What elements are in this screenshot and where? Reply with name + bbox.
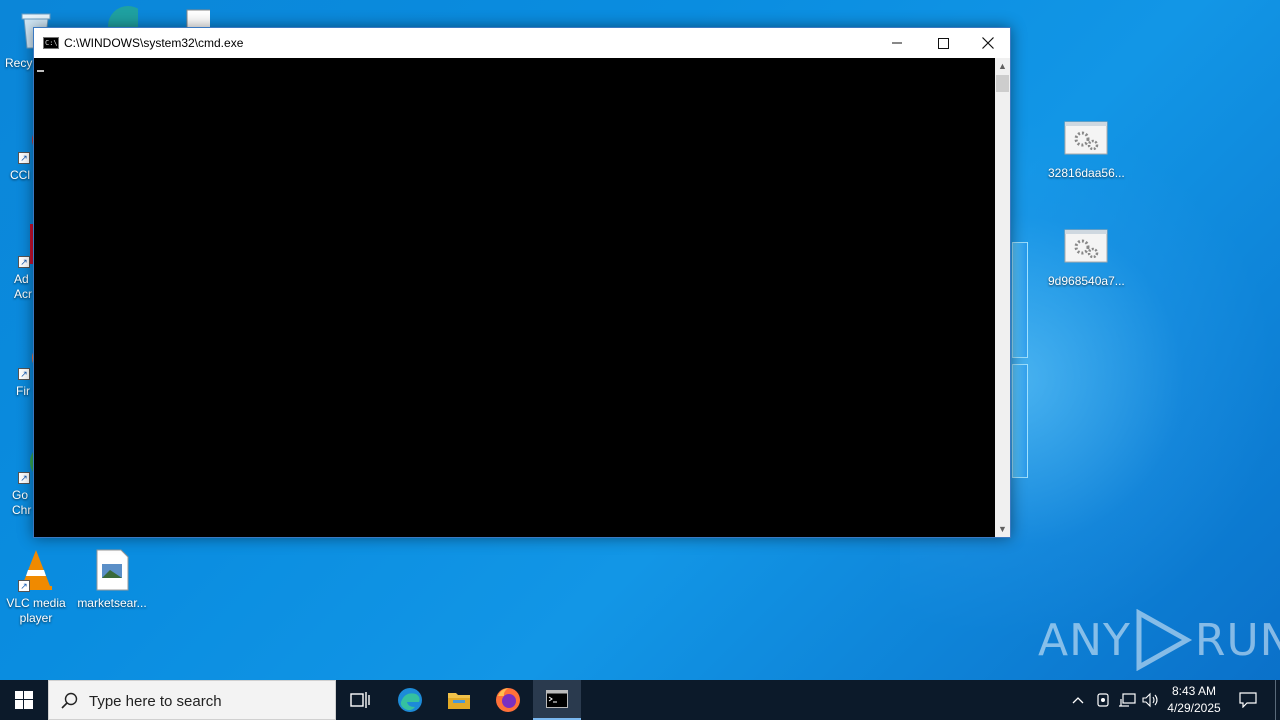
shortcut-arrow-icon: ↗: [18, 368, 30, 380]
tray-volume-button[interactable]: [1140, 680, 1162, 720]
desktop-icon-marketsear[interactable]: marketsear...: [74, 548, 150, 611]
desktop-icon-label: 9d968540a7...: [1048, 274, 1125, 288]
taskbar: Type here to search 8:43 AM 4/29/2025: [0, 680, 1280, 720]
action-center-button[interactable]: [1236, 680, 1260, 720]
clock-time: 8:43 AM: [1171, 684, 1217, 698]
shortcut-arrow-icon: ↗: [18, 472, 30, 484]
vlc-icon: ↗: [14, 548, 58, 592]
desktop-icon-label: VLC media player: [6, 596, 66, 625]
scroll-down-button[interactable]: ▼: [995, 521, 1010, 537]
minimize-icon: [892, 42, 902, 44]
close-button[interactable]: [965, 28, 1011, 58]
desktop-icon-vlc[interactable]: ↗ VLC media player: [0, 548, 74, 626]
minimize-button[interactable]: [874, 28, 920, 58]
desktop-icon-label: 32816daa56...: [1048, 166, 1125, 180]
maximize-button[interactable]: [920, 28, 966, 58]
vertical-scrollbar[interactable]: ▲ ▼: [995, 58, 1010, 537]
taskbar-file-explorer[interactable]: [435, 680, 483, 720]
firefox-icon: [496, 688, 520, 712]
search-icon: [61, 692, 78, 709]
clock-date: 4/29/2025: [1167, 701, 1221, 715]
wallpaper-logo-pane: [1012, 364, 1028, 478]
maximize-icon: [937, 37, 949, 49]
title-bar[interactable]: C:\ C:\WINDOWS\system32\cmd.exe: [34, 28, 1010, 58]
show-desktop-button[interactable]: [1275, 680, 1276, 720]
taskbar-cmd[interactable]: [533, 680, 581, 720]
start-button[interactable]: [0, 680, 48, 720]
settings-file-icon: [1064, 226, 1108, 270]
desktop-icon-9d968540a7[interactable]: 9d968540a7...: [1048, 226, 1125, 289]
chevron-up-icon: ▲: [998, 61, 1007, 71]
image-file-icon: [90, 548, 134, 592]
taskbar-firefox[interactable]: [484, 680, 532, 720]
device-icon: [1097, 693, 1109, 707]
chevron-down-icon: ▼: [998, 524, 1007, 534]
shortcut-arrow-icon: ↗: [18, 256, 30, 268]
tray-network-button[interactable]: [1116, 680, 1138, 720]
file-explorer-icon: [448, 693, 470, 709]
anyrun-watermark: ANY RUN: [1038, 608, 1280, 672]
taskbar-clock[interactable]: 8:43 AM 4/29/2025: [1160, 683, 1228, 717]
scroll-thumb[interactable]: [996, 75, 1009, 92]
shortcut-arrow-icon: ↗: [18, 152, 30, 164]
windows-logo-icon: [15, 691, 33, 709]
tray-security-button[interactable]: [1093, 680, 1113, 720]
cmd-window[interactable]: C:\ C:\WINDOWS\system32\cmd.exe ▲ ▼: [33, 27, 1011, 538]
search-placeholder: Type here to search: [89, 693, 222, 710]
network-icon: [1119, 693, 1136, 707]
taskbar-search-box[interactable]: Type here to search: [48, 680, 336, 720]
task-view-button[interactable]: [336, 680, 384, 720]
console-output[interactable]: [34, 58, 995, 537]
watermark-left-text: ANY: [1038, 614, 1131, 666]
desktop-icon-32816daa56[interactable]: 32816daa56...: [1048, 118, 1125, 181]
close-icon: [982, 37, 994, 49]
cmd-icon: [546, 690, 568, 708]
shortcut-arrow-icon: ↗: [18, 580, 30, 592]
window-title: C:\WINDOWS\system32\cmd.exe: [64, 36, 244, 50]
notification-icon: [1239, 692, 1257, 708]
settings-file-icon: [1064, 118, 1108, 162]
volume-icon: [1142, 692, 1158, 708]
wallpaper-logo-pane: [1012, 242, 1028, 358]
scroll-up-button[interactable]: ▲: [995, 58, 1010, 74]
task-view-icon: [350, 692, 370, 708]
edge-icon: [398, 688, 422, 712]
chevron-up-icon: [1072, 697, 1084, 704]
show-hidden-icons-button[interactable]: [1068, 680, 1088, 720]
text-cursor: [37, 70, 44, 72]
cmd-icon[interactable]: C:\: [43, 37, 59, 49]
taskbar-edge[interactable]: [386, 680, 434, 720]
watermark-right-text: RUN: [1194, 614, 1280, 666]
desktop-icon-label: marketsear...: [77, 596, 147, 610]
play-triangle-icon: [1136, 609, 1192, 671]
